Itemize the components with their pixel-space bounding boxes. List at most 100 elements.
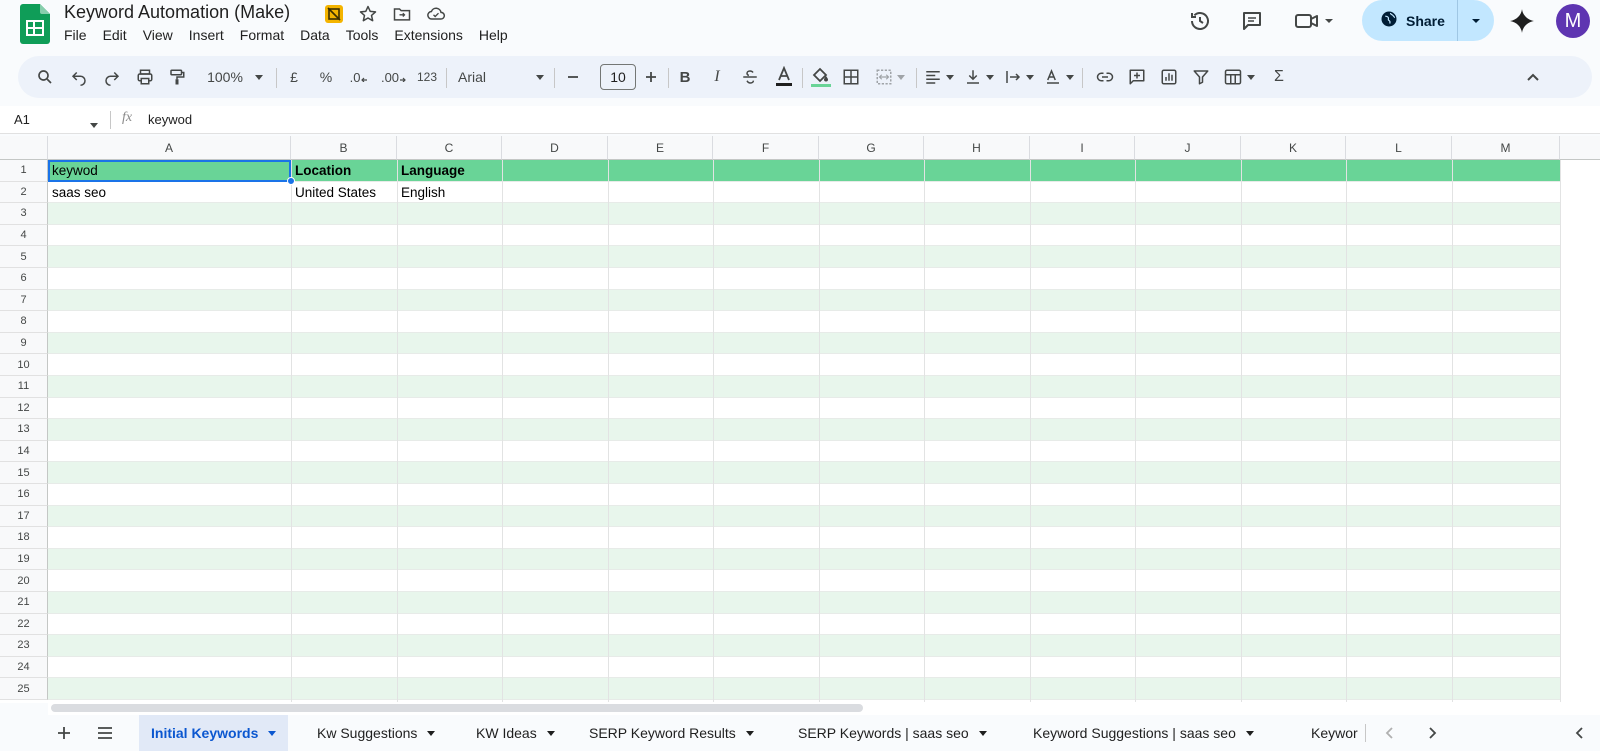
menu-edit[interactable]: Edit: [103, 26, 135, 44]
star-icon[interactable]: [356, 3, 380, 25]
row-header[interactable]: 12: [0, 397, 48, 420]
row-header[interactable]: 20: [0, 570, 48, 592]
row-header[interactable]: 14: [0, 440, 48, 463]
column-header-b[interactable]: B: [291, 136, 397, 160]
document-title[interactable]: Keyword Automation (Make): [64, 2, 290, 23]
row-header[interactable]: 17: [0, 505, 48, 528]
row-header[interactable]: 1: [0, 160, 48, 182]
sheets-logo-icon[interactable]: [20, 4, 50, 44]
italic-icon[interactable]: I: [706, 65, 728, 89]
scroll-tabs-right-icon[interactable]: [1420, 722, 1444, 744]
all-sheets-icon[interactable]: [93, 722, 117, 744]
row-header[interactable]: 4: [0, 224, 48, 247]
format-percent-button[interactable]: %: [316, 65, 336, 89]
menu-insert[interactable]: Insert: [189, 26, 232, 44]
search-menus-icon[interactable]: [34, 65, 56, 89]
font-select[interactable]: Arial: [458, 65, 544, 89]
cell-c2[interactable]: English: [401, 185, 445, 200]
merge-cells-icon[interactable]: [870, 65, 910, 89]
scrollbar-thumb[interactable]: [51, 704, 863, 712]
bold-icon[interactable]: B: [674, 65, 696, 89]
filter-views-icon[interactable]: [1220, 65, 1258, 89]
column-header-g[interactable]: G: [819, 136, 924, 160]
row-header[interactable]: 8: [0, 311, 48, 333]
menu-tools[interactable]: Tools: [346, 26, 387, 44]
column-header-e[interactable]: E: [608, 136, 713, 160]
cell-b2[interactable]: United States: [295, 185, 376, 200]
redo-icon[interactable]: [101, 65, 123, 89]
column-header-c[interactable]: C: [397, 136, 502, 160]
menu-format[interactable]: Format: [240, 26, 292, 44]
column-header-m[interactable]: M: [1452, 136, 1560, 160]
column-header-f[interactable]: F: [713, 136, 819, 160]
row-header[interactable]: 22: [0, 613, 48, 636]
vertical-align-icon[interactable]: [962, 65, 996, 89]
cell-a2[interactable]: saas seo: [52, 185, 106, 200]
column-header-a[interactable]: A: [48, 136, 291, 160]
cell-b1[interactable]: Location: [295, 163, 351, 178]
row-header[interactable]: 19: [0, 548, 48, 571]
cloud-saved-icon[interactable]: [424, 3, 448, 25]
row-header[interactable]: 13: [0, 419, 48, 441]
row-header[interactable]: 3: [0, 203, 48, 225]
column-header-k[interactable]: K: [1241, 136, 1346, 160]
zoom-select[interactable]: 100%: [200, 65, 270, 89]
sheet-tab-serp-keyword-results[interactable]: SERP Keyword Results: [589, 715, 754, 751]
column-header-i[interactable]: I: [1030, 136, 1135, 160]
fill-handle[interactable]: [287, 177, 295, 185]
menu-view[interactable]: View: [143, 26, 181, 44]
row-header[interactable]: 18: [0, 527, 48, 549]
version-history-icon[interactable]: [1187, 8, 1213, 34]
row-header[interactable]: 15: [0, 462, 48, 484]
text-wrapping-icon[interactable]: [1002, 65, 1036, 89]
row-header[interactable]: 23: [0, 635, 48, 657]
undo-icon[interactable]: [68, 65, 90, 89]
sheet-tab-initial-keywords[interactable]: Initial Keywords: [139, 715, 289, 751]
gemini-icon[interactable]: [1509, 8, 1535, 34]
cell-c1[interactable]: Language: [401, 163, 465, 178]
insert-chart-icon[interactable]: [1158, 65, 1180, 89]
row-header[interactable]: 16: [0, 484, 48, 506]
decrease-font-size-icon[interactable]: [562, 65, 584, 89]
paint-format-icon[interactable]: [166, 65, 188, 89]
row-header[interactable]: 2: [0, 181, 48, 204]
column-header-h[interactable]: H: [924, 136, 1030, 160]
increase-decimal-button[interactable]: .00: [380, 65, 408, 89]
increase-font-size-icon[interactable]: [640, 65, 662, 89]
insert-link-icon[interactable]: [1094, 65, 1116, 89]
share-dropdown-icon[interactable]: [1458, 0, 1494, 41]
horizontal-scrollbar[interactable]: [48, 702, 1600, 715]
column-header-d[interactable]: D: [502, 136, 608, 160]
sheet-tab-kw-suggestions[interactable]: Kw Suggestions: [317, 715, 436, 751]
row-header[interactable]: 10: [0, 354, 48, 376]
row-header[interactable]: 9: [0, 332, 48, 355]
sheet-tab-keywor[interactable]: Keywor: [1311, 715, 1365, 751]
name-box[interactable]: A1: [14, 112, 30, 127]
name-box-dropdown-icon[interactable]: [89, 117, 99, 135]
sheet-tab-keyword-suggestions-saas-seo[interactable]: Keyword Suggestions | saas seo: [1033, 715, 1254, 751]
insert-comment-icon[interactable]: [1126, 65, 1148, 89]
meet-icon[interactable]: [1294, 8, 1338, 34]
comments-icon[interactable]: [1239, 8, 1265, 34]
functions-icon[interactable]: Σ: [1268, 65, 1290, 89]
row-header[interactable]: 21: [0, 592, 48, 614]
menu-data[interactable]: Data: [300, 26, 338, 44]
strikethrough-icon[interactable]: [739, 65, 761, 89]
row-header[interactable]: 5: [0, 246, 48, 268]
decrease-decimal-button[interactable]: .0: [346, 65, 372, 89]
shortcuts-icon[interactable]: [322, 3, 346, 25]
print-icon[interactable]: [134, 65, 156, 89]
share-button[interactable]: Share: [1362, 0, 1494, 41]
account-avatar[interactable]: M: [1556, 4, 1590, 38]
row-header[interactable]: 6: [0, 268, 48, 290]
menu-help[interactable]: Help: [479, 26, 516, 44]
text-color-icon[interactable]: [771, 65, 797, 89]
add-sheet-icon[interactable]: [52, 722, 76, 744]
explore-collapse-icon[interactable]: [1568, 722, 1592, 744]
share-main[interactable]: Share: [1362, 0, 1458, 41]
sheet-tab-serp-keywords-saas-seo[interactable]: SERP Keywords | saas seo: [798, 715, 987, 751]
row-header[interactable]: 25: [0, 678, 48, 700]
collapse-menus-icon[interactable]: [1522, 65, 1544, 89]
scroll-tabs-left-icon[interactable]: [1378, 722, 1402, 744]
formula-input[interactable]: keywod: [148, 112, 192, 127]
